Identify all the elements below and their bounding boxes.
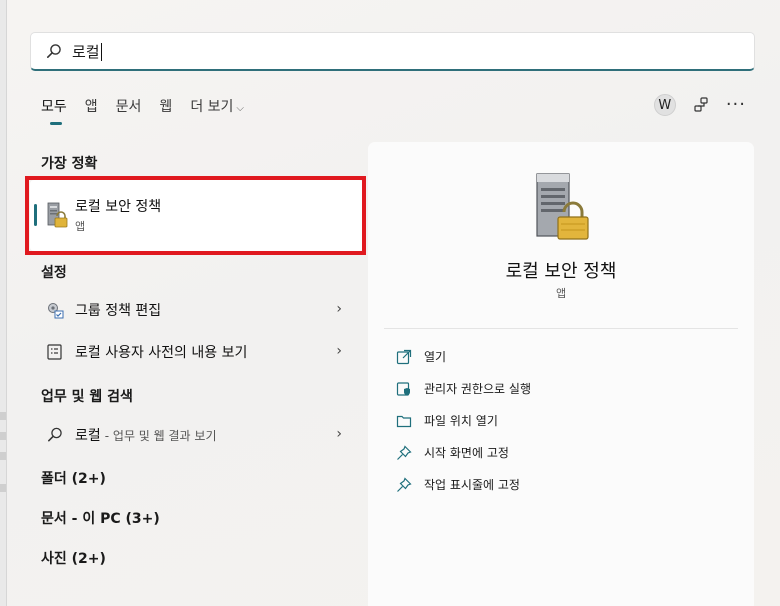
- action-run-as-admin[interactable]: 관리자 권한으로 실행: [396, 380, 531, 397]
- best-match-name: 로컬 보안 정책: [75, 199, 162, 215]
- settings-item-label: 그룹 정책 편집: [75, 303, 162, 319]
- action-open-file-location[interactable]: 파일 위치 열기: [396, 412, 498, 429]
- best-match-type: 앱: [75, 220, 86, 233]
- account-avatar[interactable]: W: [653, 94, 676, 116]
- action-label: 시작 화면에 고정: [424, 446, 509, 460]
- web-search-result[interactable]: 로컬 - 업무 및 웹 결과 보기 ›: [30, 417, 350, 453]
- group-policy-icon: [48, 303, 64, 319]
- action-pin-to-start[interactable]: 시작 화면에 고정: [396, 444, 509, 461]
- run-as-admin-icon: [396, 381, 410, 396]
- selection-indicator: [34, 204, 37, 226]
- tab-more[interactable]: 더 보기 ⌵: [190, 96, 244, 116]
- tab-more-label: 더 보기: [190, 99, 234, 115]
- divider: [384, 328, 738, 329]
- action-open[interactable]: 열기: [396, 348, 446, 365]
- settings-item-label: 로컬 사용자 사전의 내용 보기: [75, 345, 248, 361]
- chevron-down-icon: ⌵: [236, 103, 244, 114]
- web-search-query: 로컬: [75, 428, 101, 444]
- detail-title: 로컬 보안 정책: [505, 261, 617, 282]
- top-right-icons: W ···: [653, 94, 746, 116]
- web-search-hint: - 업무 및 웹 결과 보기: [104, 428, 217, 443]
- best-match-heading: 가장 정확: [41, 156, 98, 172]
- group-photos[interactable]: 사진 (2+): [41, 548, 106, 568]
- action-label: 열기: [424, 350, 447, 364]
- pin-icon: [397, 444, 412, 460]
- tab-all[interactable]: 모두: [41, 96, 67, 125]
- local-security-policy-icon: [47, 202, 68, 228]
- action-label: 작업 표시줄에 고정: [424, 478, 520, 492]
- web-search-heading: 업무 및 웹 검색: [41, 389, 133, 405]
- chevron-right-icon: ›: [336, 301, 342, 317]
- search-box[interactable]: 로컬: [30, 32, 755, 71]
- tab-documents[interactable]: 문서: [116, 96, 142, 116]
- tab-apps[interactable]: 앱: [85, 96, 98, 116]
- settings-item-dictionary[interactable]: 로컬 사용자 사전의 내용 보기 ›: [30, 334, 350, 370]
- search-icon: [48, 427, 62, 442]
- tab-web[interactable]: 웹: [159, 96, 172, 116]
- group-documents[interactable]: 문서 - 이 PC (3+): [41, 508, 160, 528]
- text-caret: [100, 43, 102, 61]
- open-icon: [396, 349, 412, 364]
- more-options-icon[interactable]: ···: [726, 96, 746, 114]
- search-input[interactable]: 로컬: [72, 41, 102, 62]
- folder-icon: [396, 415, 412, 427]
- detail-pane: 로컬 보안 정책 앱 열기 관리자 권한으로 실행 파일 위치 열기 시작 화면…: [368, 142, 754, 606]
- action-label: 파일 위치 열기: [424, 414, 498, 428]
- dictionary-icon: [47, 344, 62, 360]
- chevron-right-icon: ›: [336, 343, 342, 359]
- best-match-result[interactable]: 로컬 보안 정책 앱: [30, 180, 363, 251]
- search-icon: [46, 44, 61, 58]
- filter-tabs: 모두 앱 문서 웹 더 보기 ⌵: [41, 96, 262, 125]
- org-chart-icon[interactable]: [692, 96, 710, 114]
- action-pin-to-taskbar[interactable]: 작업 표시줄에 고정: [396, 476, 520, 493]
- local-security-policy-icon: [536, 173, 589, 240]
- group-folders[interactable]: 폴더 (2+): [41, 468, 106, 488]
- settings-heading: 설정: [41, 265, 67, 281]
- settings-item-group-policy[interactable]: 그룹 정책 편집 ›: [30, 292, 350, 328]
- pin-icon: [397, 476, 412, 492]
- detail-type: 앱: [555, 287, 567, 300]
- action-label: 관리자 권한으로 실행: [424, 382, 531, 396]
- chevron-right-icon: ›: [336, 426, 342, 442]
